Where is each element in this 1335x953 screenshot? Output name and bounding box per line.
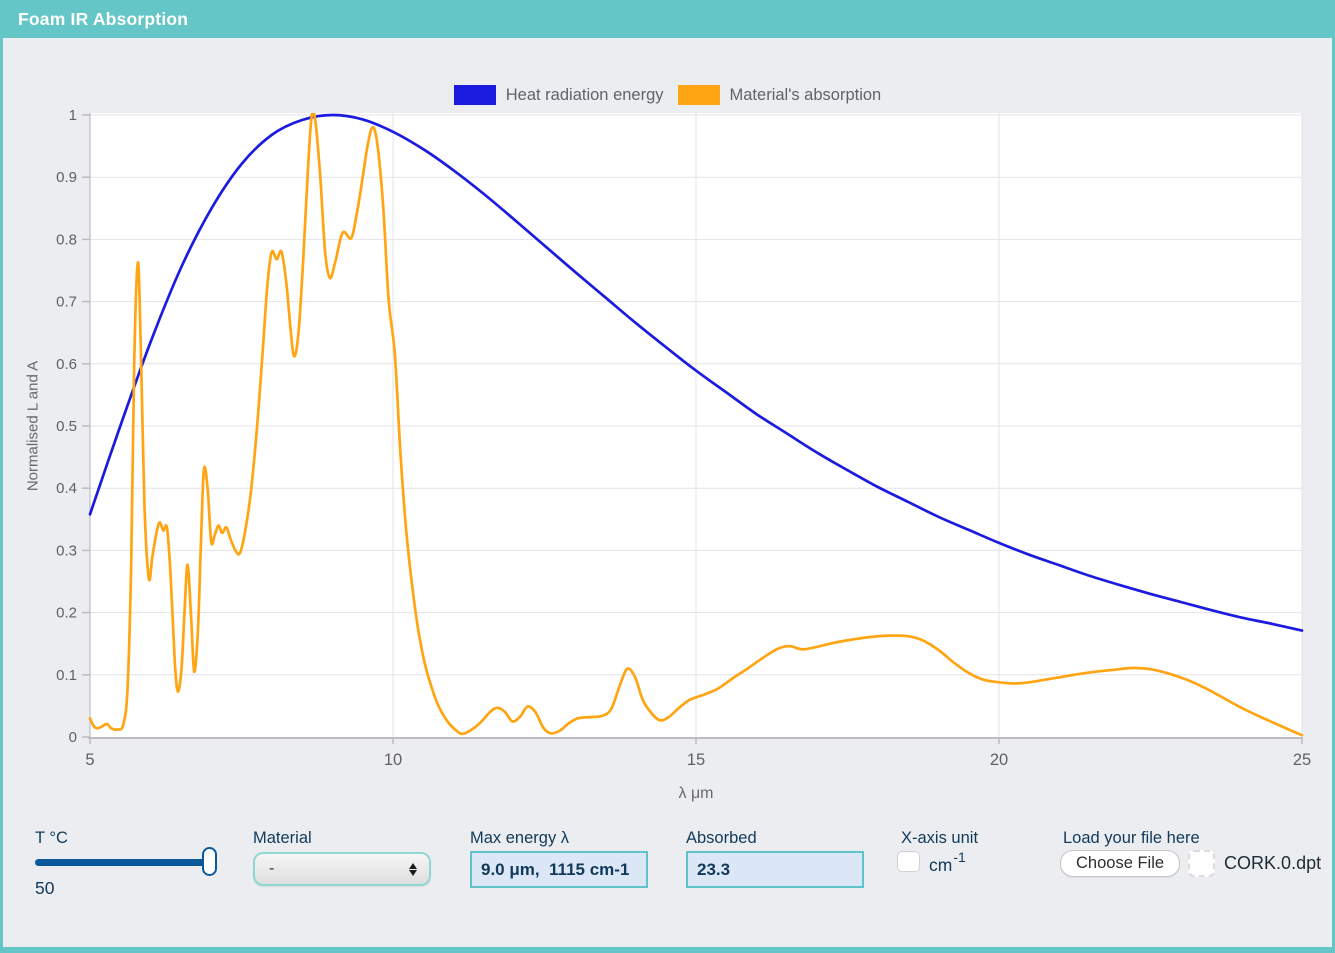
cm-unit-checkbox[interactable] [897, 851, 920, 872]
x-axis-title: λ μm [678, 785, 714, 802]
y-tick-label: 0.8 [56, 231, 77, 248]
y-tick-label: 0 [69, 729, 77, 746]
max-energy-label: Max energy λ [470, 829, 570, 847]
y-axis-title: Normalised L and A [24, 360, 42, 492]
y-tick-label: 0.9 [56, 169, 77, 186]
y-tick-label: 0.1 [56, 667, 77, 684]
chart-legend: Heat radiation energy Material's absorpt… [0, 85, 1335, 105]
file-input: Choose File CORK.0.dpt [1060, 850, 1321, 877]
window-border-bottom [0, 947, 1335, 953]
y-tick-label: 0.6 [56, 356, 77, 373]
x-tick-label: 5 [85, 751, 94, 769]
cm-unit-text: cm-1 [929, 849, 966, 875]
file-preview-box [1188, 850, 1216, 877]
x-tick-label: 25 [1293, 751, 1311, 769]
material-label: Material [253, 829, 312, 847]
material-selected-value: - [269, 860, 275, 877]
temperature-slider-track[interactable] [35, 859, 217, 866]
legend-label-absorption: Material's absorption [729, 85, 882, 104]
y-tick-label: 1 [69, 107, 77, 124]
absorption-series-swatch [677, 85, 720, 105]
select-arrows-icon [409, 862, 417, 876]
temperature-label: T °C [35, 829, 68, 847]
y-tick-label: 0.3 [56, 542, 77, 559]
y-tick-label: 0.4 [56, 480, 77, 497]
y-tick-label: 0.2 [56, 605, 77, 622]
app-window: Foam IR Absorption 0 0.1 0.2 0.3 0.4 0.5 0.6 0.… [0, 0, 1335, 953]
y-tick-label: 0.7 [56, 294, 77, 311]
legend-item-absorption[interactable]: Material's absorption [677, 85, 882, 105]
file-name: CORK.0.dpt [1224, 853, 1322, 873]
legend-item-heat[interactable]: Heat radiation energy [453, 85, 664, 105]
x-tick-label: 20 [990, 751, 1008, 769]
chart-canvas: 00.10.20.30.40.50.60.70.80.915 10 15 20 25 [56, 107, 1311, 769]
x-tick-label: 10 [384, 751, 402, 769]
choose-file-button[interactable]: Choose File [1060, 850, 1181, 877]
absorbed-field[interactable]: 23.3 [686, 851, 864, 888]
max-energy-field[interactable]: 9.0 μm, 1115 cm-1 [470, 851, 648, 888]
file-load-label: Load your file here [1063, 829, 1200, 847]
x-axis-unit-label: X-axis unit [901, 829, 979, 847]
absorbed-value: 23.3 [697, 859, 731, 879]
y-tick-label: 0.5 [56, 418, 77, 435]
window-border-left [0, 38, 3, 953]
temperature-value: 50 [35, 878, 55, 898]
heat-series-swatch [453, 85, 496, 105]
x-axis-unit-control: cm-1 [897, 847, 966, 876]
x-tick-label: 15 [687, 751, 705, 769]
absorbed-label: Absorbed [686, 829, 757, 847]
temperature-slider-thumb[interactable] [202, 847, 217, 876]
material-select[interactable]: - [253, 852, 431, 886]
max-energy-value: 9.0 μm, 1115 cm-1 [481, 859, 630, 879]
legend-label-heat: Heat radiation energy [505, 85, 664, 104]
